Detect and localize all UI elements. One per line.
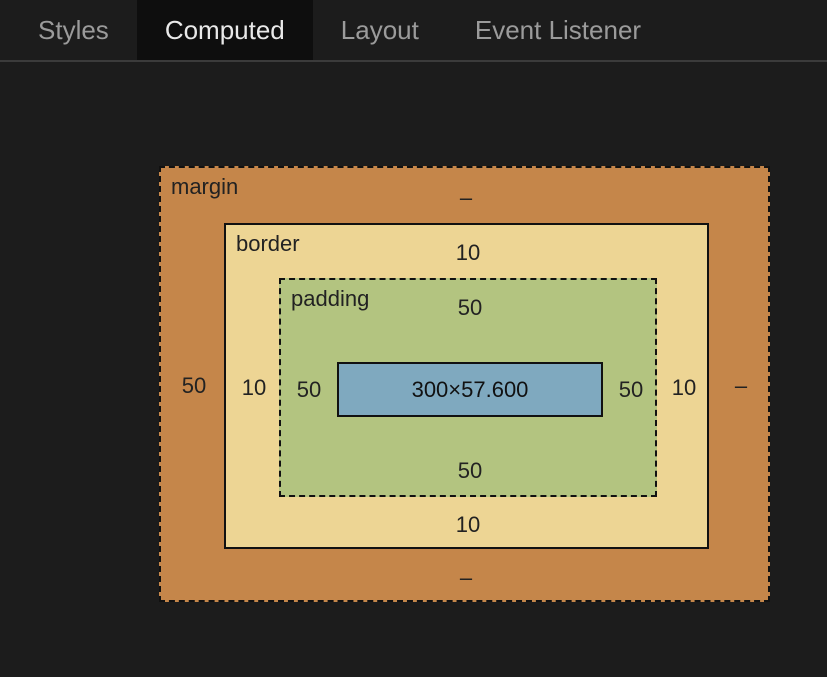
border-bottom[interactable]: 10 bbox=[456, 512, 480, 538]
padding-layer[interactable]: padding 50 50 50 50 300×57.600 bbox=[279, 278, 657, 497]
padding-label: padding bbox=[291, 286, 369, 312]
border-top[interactable]: 10 bbox=[456, 240, 480, 266]
padding-bottom[interactable]: 50 bbox=[458, 458, 482, 484]
tab-event-listeners[interactable]: Event Listener bbox=[447, 0, 669, 60]
margin-label: margin bbox=[171, 174, 238, 200]
box-model-diagram: margin – – – 50 border 10 10 10 10 paddi… bbox=[159, 166, 770, 602]
padding-right[interactable]: 50 bbox=[619, 377, 643, 403]
border-left[interactable]: 10 bbox=[242, 375, 266, 401]
border-label: border bbox=[236, 231, 300, 257]
tab-layout[interactable]: Layout bbox=[313, 0, 447, 60]
content-layer[interactable]: 300×57.600 bbox=[337, 362, 603, 417]
tab-styles[interactable]: Styles bbox=[10, 0, 137, 60]
border-layer[interactable]: border 10 10 10 10 padding 50 50 50 50 3… bbox=[224, 223, 709, 549]
border-right[interactable]: 10 bbox=[672, 375, 696, 401]
padding-top[interactable]: 50 bbox=[458, 295, 482, 321]
margin-left[interactable]: 50 bbox=[182, 373, 206, 399]
devtools-tabbar: Styles Computed Layout Event Listener bbox=[0, 0, 827, 62]
tab-computed[interactable]: Computed bbox=[137, 0, 313, 60]
margin-top[interactable]: – bbox=[460, 185, 472, 211]
content-dimensions[interactable]: 300×57.600 bbox=[412, 377, 529, 403]
margin-layer[interactable]: margin – – – 50 border 10 10 10 10 paddi… bbox=[159, 166, 770, 602]
padding-left[interactable]: 50 bbox=[297, 377, 321, 403]
margin-right[interactable]: – bbox=[735, 373, 747, 399]
computed-panel: margin – – – 50 border 10 10 10 10 paddi… bbox=[0, 62, 827, 677]
margin-bottom[interactable]: – bbox=[460, 565, 472, 591]
